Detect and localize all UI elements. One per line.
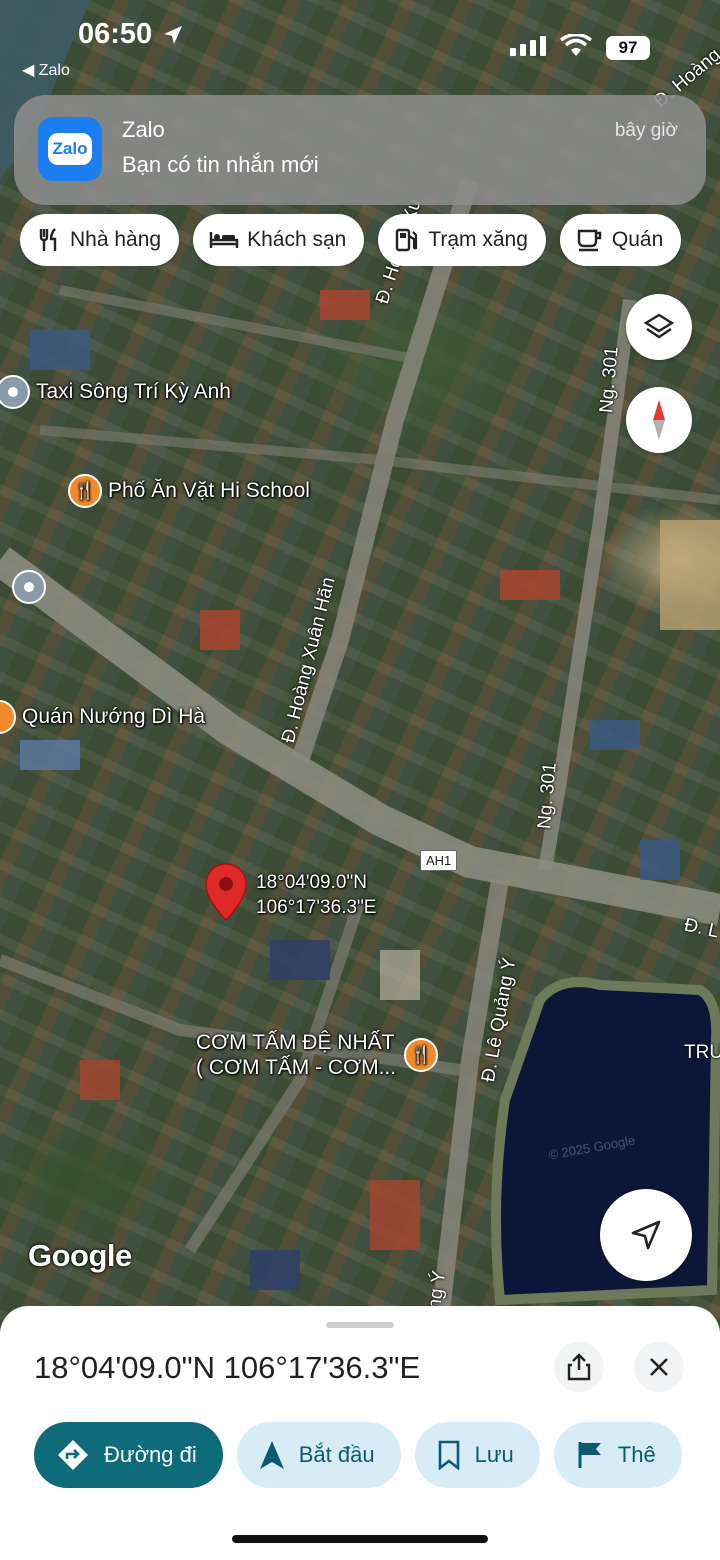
restaurant-pin-icon: 🍴 bbox=[404, 1038, 439, 1072]
battery-indicator: 97 bbox=[606, 36, 650, 60]
close-icon bbox=[650, 1358, 668, 1376]
restaurant-pin-icon: 🍴 bbox=[68, 474, 102, 508]
notification-time: bây giờ bbox=[614, 120, 678, 141]
restaurant-pin-icon bbox=[0, 700, 16, 734]
save-button[interactable]: Lưu bbox=[414, 1422, 540, 1488]
map-layers-button[interactable] bbox=[626, 294, 692, 360]
notification-title: Zalo bbox=[122, 117, 165, 142]
add-label-button[interactable]: Thê bbox=[553, 1422, 682, 1488]
bookmark-icon bbox=[437, 1440, 461, 1470]
place-bottom-sheet[interactable]: 18°04'09.0"N 106°17'36.3"E Đường đi Bắt … bbox=[0, 1306, 720, 1560]
gas-station-icon bbox=[394, 227, 420, 253]
place-label-tru: TRU bbox=[684, 1042, 720, 1063]
bed-icon bbox=[209, 228, 239, 252]
chip-label: Quán bbox=[611, 228, 664, 251]
add-label-label: Thê bbox=[617, 1442, 656, 1467]
chip-restaurants[interactable]: Nhà hàng bbox=[20, 214, 180, 266]
directions-label: Đường đi bbox=[104, 1442, 197, 1467]
zalo-app-icon: Zalo bbox=[38, 117, 102, 181]
home-indicator[interactable] bbox=[232, 1535, 488, 1543]
status-time: 06:50 bbox=[78, 18, 184, 51]
save-label: Lưu bbox=[474, 1442, 514, 1467]
flag-icon bbox=[576, 1440, 604, 1470]
coffee-icon bbox=[576, 227, 604, 253]
layers-icon bbox=[643, 313, 675, 339]
start-navigation-button[interactable]: Bắt đầu bbox=[236, 1422, 401, 1488]
start-label: Bắt đầu bbox=[298, 1442, 375, 1467]
poi-label-line1: CƠM TẤM ĐỆ NHẤT bbox=[196, 1031, 395, 1054]
poi-com-tam-de-nhat[interactable]: CƠM TẤM ĐỆ NHẤT ( CƠM TẤM - CƠM... 🍴 bbox=[196, 1030, 444, 1080]
poi-label-line2: ( CƠM TẤM - CƠM... bbox=[196, 1056, 397, 1079]
share-icon bbox=[567, 1353, 591, 1381]
share-button[interactable] bbox=[554, 1342, 604, 1392]
notification-message: Bạn có tin nhắn mới bbox=[122, 152, 319, 177]
dropped-pin-marker-icon[interactable] bbox=[204, 862, 248, 922]
utensils-icon bbox=[36, 227, 62, 253]
compass-button[interactable] bbox=[626, 387, 692, 453]
back-to-app-link[interactable]: ◀ Zalo bbox=[22, 60, 70, 80]
poi-label: Phố Ăn Vặt Hi School bbox=[108, 479, 310, 502]
poi-label: Taxi Sông Trí Kỳ Anh bbox=[36, 380, 231, 403]
sheet-drag-handle[interactable] bbox=[326, 1322, 394, 1328]
marker-longitude: 106°17'36.3"E bbox=[256, 897, 377, 918]
place-pin-icon bbox=[0, 375, 30, 409]
location-arrow-icon bbox=[164, 26, 183, 45]
place-title: 18°04'09.0"N 106°17'36.3"E bbox=[34, 1350, 421, 1385]
action-buttons-row: Đường đi Bắt đầu Lưu Thê bbox=[34, 1422, 720, 1488]
wifi-icon bbox=[560, 34, 592, 56]
poi-quan-nuong-di-ha[interactable]: Quán Nướng Dì Hà bbox=[0, 700, 205, 734]
close-button[interactable] bbox=[634, 1342, 684, 1392]
poi-pho-an-vat[interactable]: 🍴 Phố Ăn Vặt Hi School bbox=[68, 474, 310, 508]
directions-button[interactable]: Đường đi bbox=[34, 1422, 223, 1488]
navigation-arrow-icon bbox=[631, 1220, 661, 1250]
navigation-arrow-icon bbox=[259, 1440, 285, 1470]
chip-gas-stations[interactable]: Trạm xăng bbox=[378, 214, 546, 266]
chip-cafes[interactable]: Quán bbox=[559, 214, 682, 266]
route-shield-ah1: AH1 bbox=[420, 850, 458, 871]
chip-label: Trạm xăng bbox=[428, 228, 528, 251]
status-bar: 06:50 ◀ Zalo 97 bbox=[0, 0, 720, 90]
zalo-notification-banner[interactable]: Zalo Zalo Bạn có tin nhắn mới bây giờ bbox=[14, 95, 706, 205]
poi-unlabeled-place[interactable] bbox=[12, 570, 52, 604]
category-chips: Nhà hàng Khách sạn Trạm xăng Quán bbox=[20, 214, 720, 266]
marker-coordinates-label: 18°04'09.0"N 106°17'36.3"E bbox=[256, 870, 376, 920]
cellular-signal-icon bbox=[510, 36, 546, 56]
place-pin-icon bbox=[12, 570, 46, 604]
google-attribution: Google bbox=[28, 1238, 132, 1273]
chip-hotels[interactable]: Khách sạn bbox=[193, 214, 365, 266]
poi-label: Quán Nướng Dì Hà bbox=[22, 705, 206, 728]
chip-label: Khách sạn bbox=[247, 228, 347, 251]
compass-icon bbox=[653, 400, 665, 440]
directions-icon bbox=[56, 1438, 90, 1472]
my-location-button[interactable] bbox=[600, 1189, 692, 1281]
chip-label: Nhà hàng bbox=[70, 228, 162, 251]
marker-latitude: 18°04'09.0"N bbox=[256, 872, 367, 893]
poi-taxi-song-tri[interactable]: Taxi Sông Trí Kỳ Anh bbox=[0, 375, 231, 409]
